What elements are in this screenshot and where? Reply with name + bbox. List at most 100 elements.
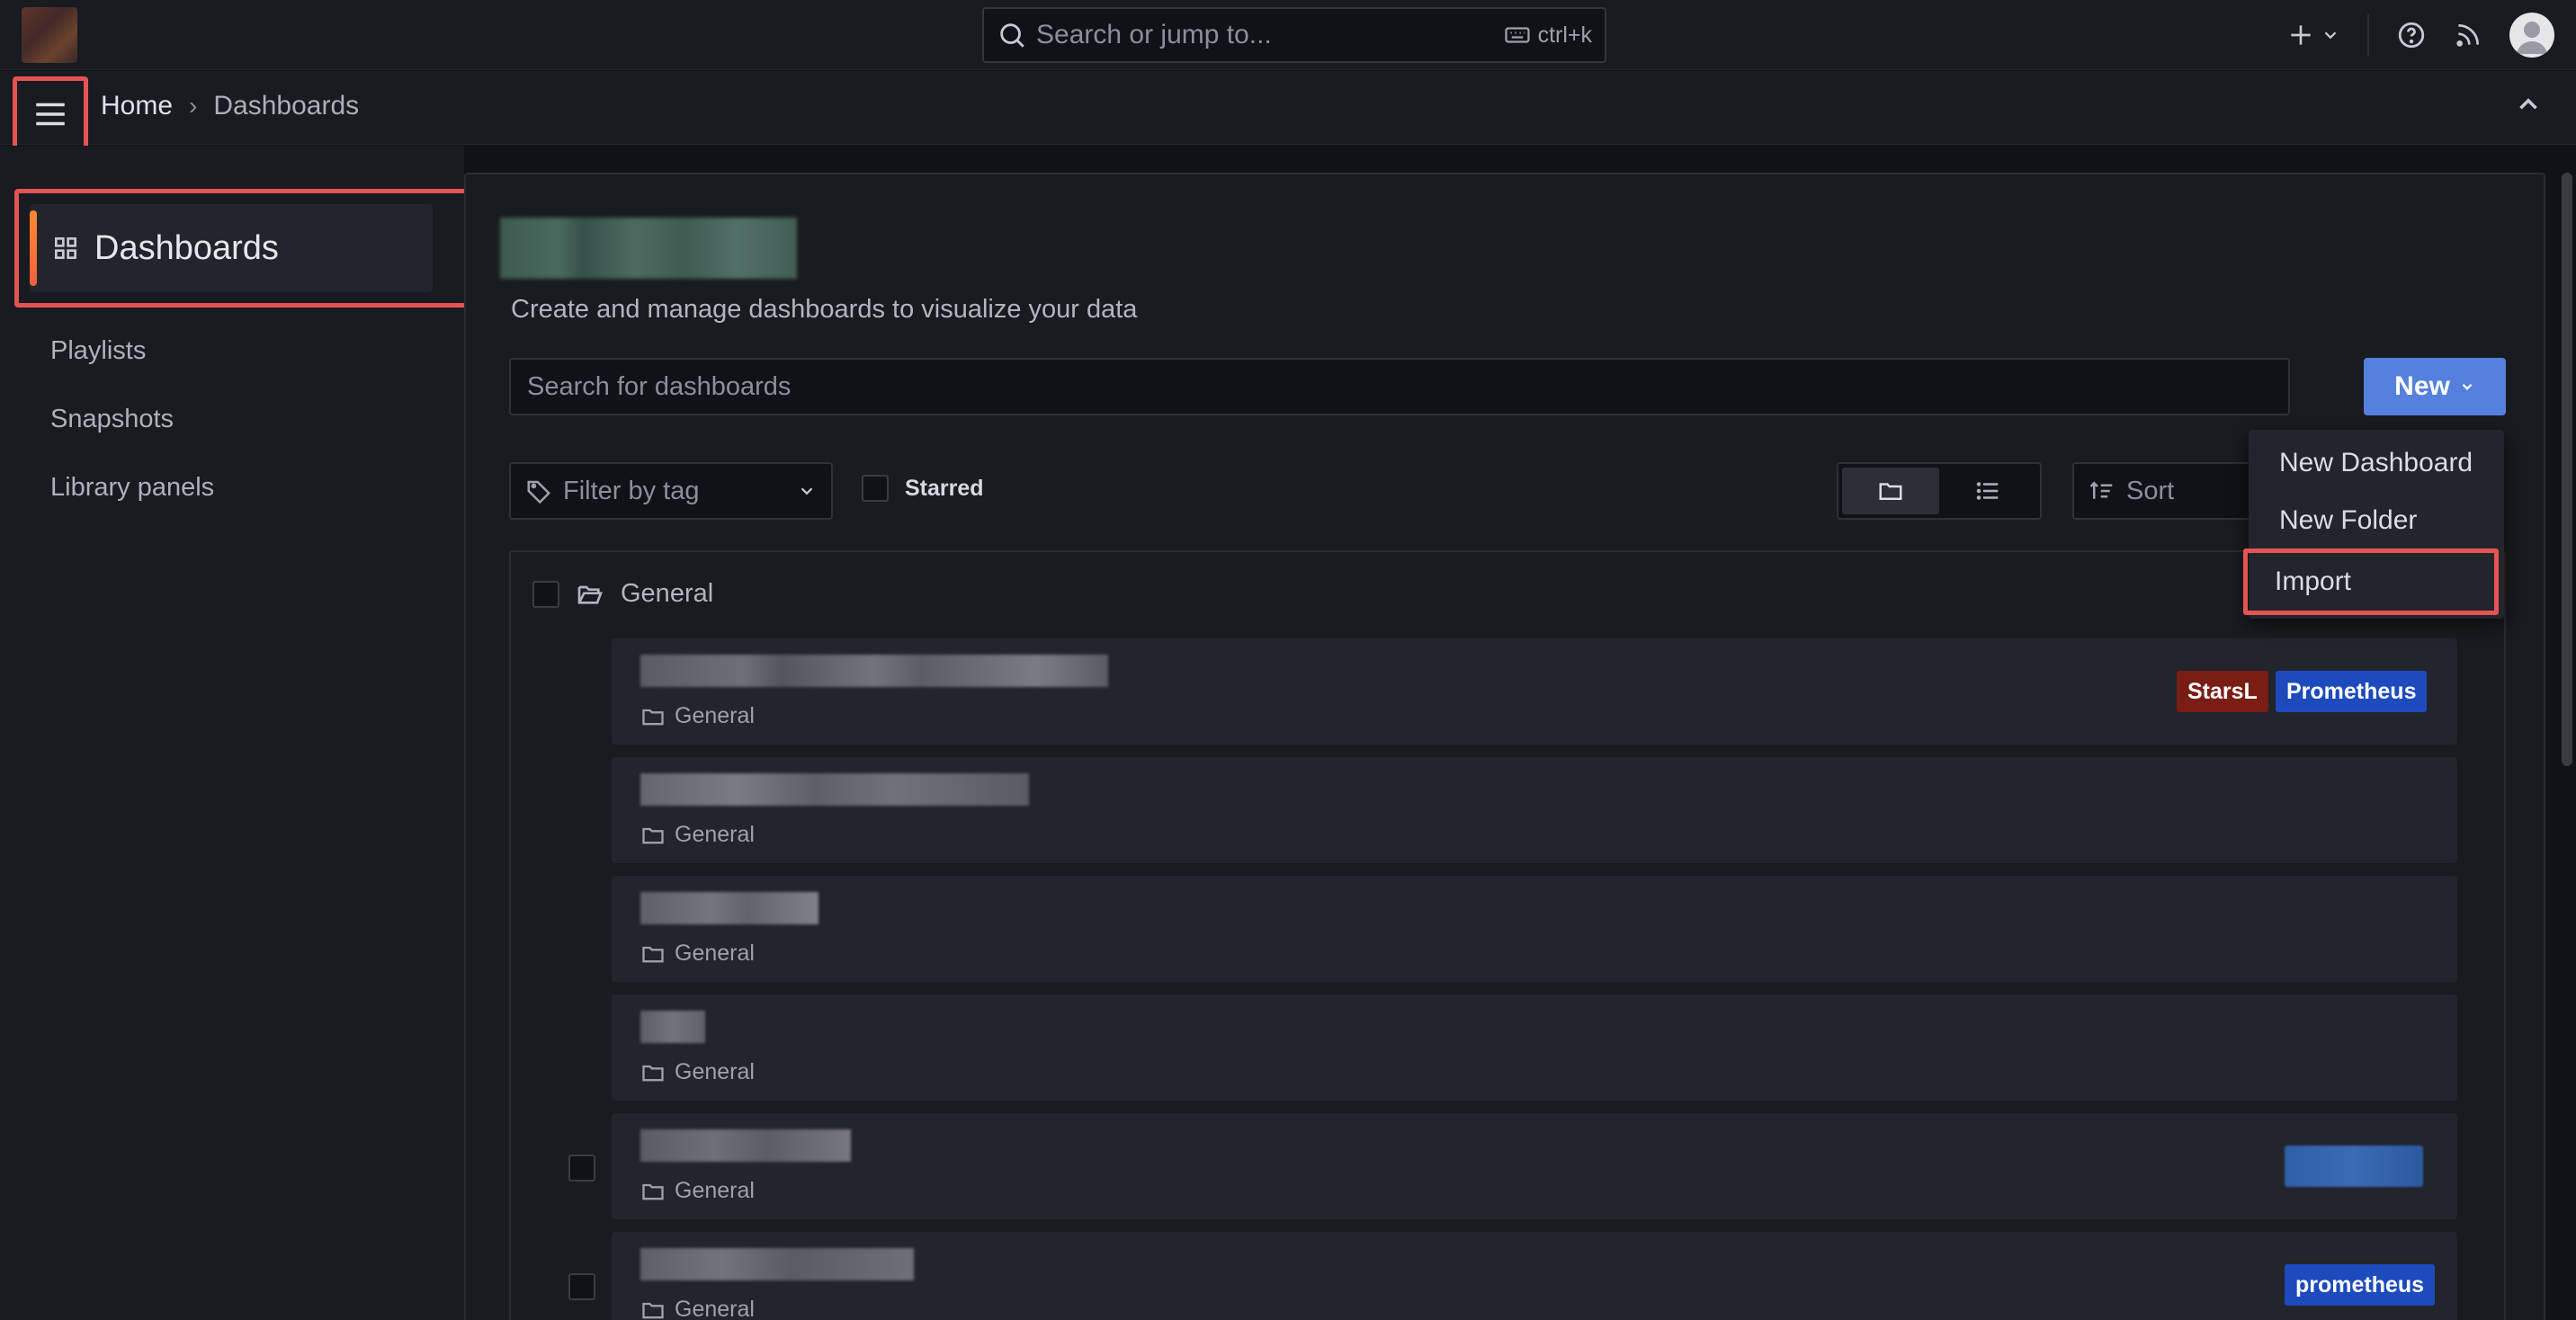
starred-label: Starred (905, 475, 984, 501)
menu-item-new-folder[interactable]: New Folder (2279, 505, 2417, 536)
dashboard-folder: General (640, 1059, 755, 1085)
dashboard-name-redacted (640, 1011, 705, 1043)
dashboard-name-redacted (640, 892, 818, 924)
dashboard-row[interactable]: General (612, 1113, 2457, 1219)
shortcut-text: ctrl+k (1537, 22, 1592, 48)
sort-label: Sort (2126, 476, 2175, 505)
news-feed-icon[interactable] (2454, 21, 2482, 49)
tag-redacted[interactable] (2285, 1146, 2423, 1187)
chevron-down-icon (801, 487, 813, 495)
dashboard-search-input[interactable]: Search for dashboards (509, 358, 2290, 415)
breadcrumb-separator: › (189, 92, 198, 120)
breadcrumb-home-link[interactable]: Home (101, 91, 173, 121)
active-indicator (30, 210, 37, 286)
list-icon (1976, 482, 1999, 500)
dashboard-folder-name: General (675, 941, 755, 966)
menu-item-new-dashboard[interactable]: New Dashboard (2279, 448, 2473, 478)
folder-icon (642, 1183, 664, 1200)
dashboard-checkbox[interactable] (568, 1273, 595, 1305)
dashboard-folder: General (640, 1178, 755, 1204)
chevron-down-icon (2324, 31, 2337, 40)
page-title-redacted (500, 218, 797, 279)
folder-header-general[interactable]: General (532, 579, 713, 609)
dashboard-name-redacted (640, 773, 1029, 806)
folder-icon (642, 827, 664, 843)
folder-view-button[interactable] (1842, 468, 1939, 514)
sidebar-item-dashboards-highlight: Dashboards (14, 189, 471, 308)
tag-starsl[interactable]: StarsL (2177, 671, 2268, 712)
tag-icon (527, 480, 551, 504)
divider (2367, 14, 2369, 56)
chevron-up-icon[interactable] (2513, 89, 2544, 120)
starred-filter: Starred (862, 475, 984, 502)
sidebar-item-snapshots[interactable]: Snapshots (50, 405, 174, 434)
menu-toggle-button[interactable] (13, 76, 88, 152)
dashboard-row[interactable]: General (612, 757, 2457, 863)
dashboard-search-placeholder: Search for dashboards (527, 371, 792, 401)
dashboard-row[interactable]: General StarsL Prometheus (612, 638, 2457, 745)
list-view-button[interactable] (1939, 468, 2036, 514)
dashboard-checkbox[interactable] (568, 1155, 595, 1186)
view-toggle (1837, 462, 2042, 520)
dashboard-row[interactable]: General prometheus (612, 1232, 2457, 1320)
sidebar-item-library-panels[interactable]: Library panels (50, 473, 214, 503)
sidebar: Dashboards Playlists Snapshots Library p… (0, 146, 471, 1320)
tag-prometheus[interactable]: Prometheus (2276, 671, 2428, 712)
search-icon (1000, 23, 1024, 48)
menu-item-import[interactable]: Import (2243, 549, 2499, 615)
folder-icon (1879, 483, 1902, 500)
menu-item-import-label: Import (2275, 566, 2352, 596)
user-avatar[interactable] (2509, 13, 2554, 58)
breadcrumb: Home › Dashboards (101, 91, 359, 121)
dashboard-folder-name: General (675, 703, 755, 728)
hamburger-icon (36, 103, 65, 126)
apps-grid-icon (54, 237, 76, 259)
folder-open-icon (577, 585, 603, 604)
filter-by-tag-placeholder: Filter by tag (563, 476, 700, 505)
filter-by-tag-select[interactable]: Filter by tag (509, 462, 833, 520)
folder-icon (642, 946, 664, 962)
breadcrumb-bar: Home › Dashboards (0, 71, 2576, 152)
dashboard-name-redacted (640, 655, 1108, 687)
dashboard-row[interactable]: General (612, 994, 2457, 1101)
help-icon[interactable] (2396, 20, 2427, 50)
app-logo[interactable] (22, 7, 77, 63)
keyboard-shortcut: ctrl+k (1504, 22, 1592, 49)
dashboard-folder: General (640, 941, 755, 967)
breadcrumb-current: Dashboards (213, 91, 360, 120)
top-search-input[interactable]: Search or jump to... ctrl+k (982, 7, 1606, 63)
folder-icon (642, 709, 664, 725)
new-button-label: New (2394, 371, 2450, 401)
dashboard-folder: General (640, 703, 755, 729)
folder-icon (642, 1302, 664, 1318)
user-icon (2517, 22, 2547, 54)
dashboard-name-redacted (640, 1248, 914, 1280)
dashboard-folder-name: General (675, 822, 755, 847)
dashboard-folder-name: General (675, 1297, 755, 1320)
tag-prometheus[interactable]: prometheus (2285, 1264, 2436, 1306)
dashboard-name-redacted (640, 1129, 851, 1162)
chevron-down-icon (2462, 383, 2473, 390)
page-scrollbar[interactable] (2562, 173, 2572, 766)
dashboard-list: General General StarsL Prometheus Genera… (509, 550, 2506, 1320)
new-button[interactable]: New (2364, 358, 2506, 415)
keyboard-icon (1504, 27, 1530, 43)
top-search-placeholder: Search or jump to... (1036, 20, 1272, 49)
add-menu-button[interactable] (2286, 21, 2340, 49)
folder-checkbox[interactable] (532, 580, 559, 608)
folder-name: General (621, 579, 714, 608)
dashboard-folder-name: General (675, 1178, 755, 1203)
folder-icon (642, 1065, 664, 1081)
top-bar: Search or jump to... ctrl+k (0, 0, 2576, 70)
page-subtitle: Create and manage dashboards to visualiz… (511, 295, 1138, 324)
plus-icon (2291, 25, 2311, 45)
dashboard-folder: General (640, 822, 755, 848)
dashboard-folder: General (640, 1297, 755, 1320)
starred-checkbox[interactable] (862, 475, 889, 502)
main-panel: Create and manage dashboards to visualiz… (464, 173, 2545, 1320)
new-dropdown-menu: New Dashboard New Folder Import (2243, 430, 2504, 619)
sidebar-item-playlists[interactable]: Playlists (50, 336, 146, 366)
sidebar-item-dashboards[interactable]: Dashboards (30, 204, 433, 292)
dashboard-row[interactable]: General (612, 876, 2457, 982)
sort-icon (2089, 481, 2113, 499)
